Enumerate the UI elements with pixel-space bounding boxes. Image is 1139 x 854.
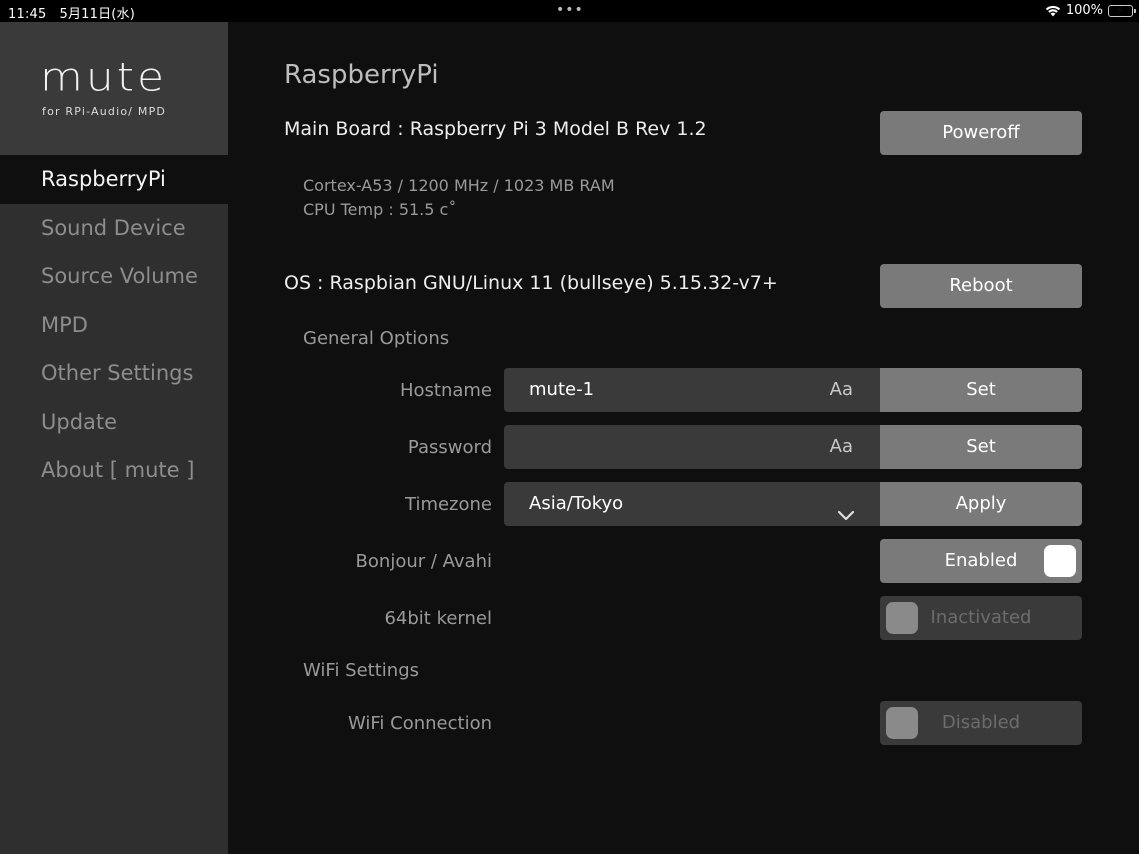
clock-date: 5月11日(水): [59, 7, 136, 22]
wifi-icon: [1045, 5, 1061, 17]
bonjour-state: Enabled: [944, 550, 1018, 571]
bonjour-label: Bonjour / Avahi: [355, 551, 492, 572]
kernel64-state: Inactivated: [930, 607, 1032, 628]
logo-subtitle: for RPi-Audio/ MPD: [42, 105, 167, 118]
clock-time: 11:45: [8, 7, 47, 22]
hostname-input[interactable]: mute-1 Aa: [504, 368, 881, 412]
reboot-button[interactable]: Reboot: [880, 264, 1082, 308]
timezone-apply-button[interactable]: Apply: [880, 482, 1082, 526]
kernel64-toggle[interactable]: Inactivated: [880, 596, 1082, 640]
cpu-info: Cortex-A53 / 1200 MHz / 1023 MB RAM: [303, 176, 615, 195]
sidebar-item-update[interactable]: Update: [0, 398, 228, 447]
sidebar: mute for RPi-Audio/ MPD RaspberryPi Soun…: [0, 22, 228, 854]
password-input[interactable]: Aa: [504, 425, 881, 469]
battery-charging-icon: ⚡: [1108, 4, 1136, 17]
sidebar-item-raspberrypi[interactable]: RaspberryPi: [0, 155, 228, 204]
general-options-heading: General Options: [303, 328, 450, 349]
main-board-info: Main Board : Raspberry Pi 3 Model B Rev …: [284, 118, 707, 140]
hostname-value: mute-1: [529, 379, 595, 400]
password-label: Password: [407, 437, 492, 458]
multitasking-dots[interactable]: •••: [556, 2, 584, 18]
keyboard-type-icon: Aa: [829, 436, 853, 457]
toggle-knob: [886, 707, 918, 739]
bonjour-toggle[interactable]: Enabled: [880, 539, 1082, 583]
toggle-knob: [1044, 545, 1076, 577]
toggle-knob: [886, 602, 918, 634]
wifi-connection-state: Disabled: [941, 712, 1021, 733]
poweroff-button[interactable]: Poweroff: [880, 111, 1082, 155]
cpu-temp: CPU Temp : 51.5 c˚: [303, 200, 457, 219]
keyboard-type-icon: Aa: [829, 379, 853, 400]
os-info: OS : Raspbian GNU/Linux 11 (bullseye) 5.…: [284, 272, 778, 294]
timezone-value: Asia/Tokyo: [529, 493, 624, 514]
status-indicators: 100% ⚡: [1045, 3, 1136, 18]
wifi-settings-heading: WiFi Settings: [303, 660, 419, 681]
sidebar-item-source-volume[interactable]: Source Volume: [0, 252, 228, 301]
sidebar-item-mpd[interactable]: MPD: [0, 301, 228, 350]
sidebar-nav: RaspberryPi Sound Device Source Volume M…: [0, 155, 228, 495]
sidebar-item-sound-device[interactable]: Sound Device: [0, 204, 228, 253]
chevron-down-icon: [837, 495, 855, 539]
password-set-button[interactable]: Set: [880, 425, 1082, 469]
wifi-connection-label: WiFi Connection: [347, 713, 492, 734]
status-bar: 11:45 5月11日(水) ••• 100% ⚡: [0, 0, 1139, 22]
main-panel: RaspberryPi Main Board : Raspberry Pi 3 …: [228, 22, 1139, 854]
page-title: RaspberryPi: [284, 60, 439, 90]
brand-header: mute for RPi-Audio/ MPD: [0, 22, 228, 155]
status-time: 11:45 5月11日(水): [8, 3, 135, 22]
hostname-set-button[interactable]: Set: [880, 368, 1082, 412]
wifi-connection-toggle[interactable]: Disabled: [880, 701, 1082, 745]
timezone-label: Timezone: [405, 494, 492, 515]
hostname-label: Hostname: [399, 380, 492, 401]
mute-logo: mute: [40, 54, 168, 101]
battery-percent: 100%: [1065, 3, 1103, 18]
sidebar-item-about[interactable]: About [ mute ]: [0, 446, 228, 495]
kernel64-label: 64bit kernel: [384, 608, 492, 629]
sidebar-item-other-settings[interactable]: Other Settings: [0, 349, 228, 398]
timezone-select[interactable]: Asia/Tokyo: [504, 482, 881, 526]
